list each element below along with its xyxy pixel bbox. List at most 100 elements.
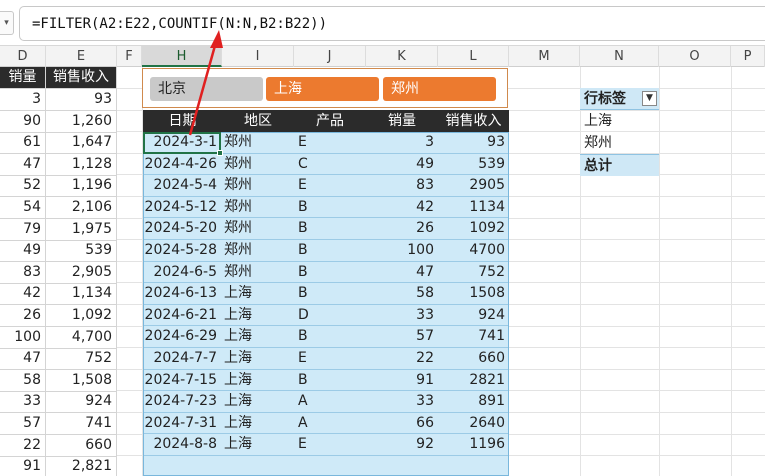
cell[interactable]: 2024-5-12 [143, 197, 221, 218]
cell[interactable]: 郑州 [222, 240, 294, 261]
cell[interactable]: 2024-7-7 [143, 348, 221, 369]
cell[interactable]: B [294, 283, 366, 304]
cell[interactable]: 2024-4-26 [143, 154, 221, 175]
cell[interactable]: 26 [366, 218, 438, 239]
cell[interactable]: 22 [0, 434, 46, 456]
pivot-grand-total[interactable]: 总计 [580, 154, 659, 176]
column-header-n[interactable]: N [580, 46, 659, 67]
cell[interactable]: 1,260 [46, 110, 117, 132]
cell[interactable]: 2024-6-21 [143, 305, 221, 326]
cell[interactable]: 61 [0, 132, 46, 154]
cell[interactable]: 上海 [222, 413, 294, 434]
cell[interactable]: 2024-6-5 [143, 262, 221, 283]
cell[interactable]: 660 [438, 348, 509, 369]
cell[interactable]: 33 [0, 391, 46, 413]
column-header-j[interactable]: J [294, 46, 366, 67]
cell[interactable]: 1,128 [46, 153, 117, 175]
cell[interactable]: 1508 [438, 283, 509, 304]
cell[interactable]: 1,134 [46, 283, 117, 305]
cell[interactable]: 91 [366, 370, 438, 391]
cell[interactable]: 2,821 [46, 456, 117, 476]
header-cell[interactable]: 销量 [0, 67, 46, 88]
cell[interactable]: 924 [46, 391, 117, 413]
cell[interactable]: 3 [366, 132, 438, 153]
result-header-cell[interactable]: 日期 [143, 110, 222, 132]
cell[interactable]: 54 [0, 197, 46, 218]
pivot-row-labels-header[interactable]: 行标签 ▼ [580, 88, 659, 110]
column-header-e[interactable]: E [46, 46, 117, 67]
result-header-cell[interactable]: 销售收入 [438, 110, 509, 132]
cell[interactable]: E [294, 132, 366, 153]
column-header-i[interactable]: I [222, 46, 294, 67]
cell[interactable]: B [294, 218, 366, 239]
cell[interactable]: 郑州 [222, 175, 294, 196]
cell[interactable]: 上海 [222, 391, 294, 412]
cell[interactable]: 42 [366, 197, 438, 218]
cell[interactable]: 2024-5-20 [143, 218, 221, 239]
cell[interactable]: 1134 [438, 197, 509, 218]
cell[interactable]: 1,508 [46, 369, 117, 391]
column-header-o[interactable]: O [659, 46, 731, 67]
cell[interactable]: 752 [438, 262, 509, 283]
column-header-l[interactable]: L [438, 46, 509, 67]
cell[interactable]: 83 [0, 261, 46, 283]
cell[interactable]: 741 [46, 413, 117, 434]
cell[interactable]: 郑州 [222, 197, 294, 218]
cell[interactable]: 49 [366, 154, 438, 175]
cell[interactable]: 1,647 [46, 132, 117, 154]
cell[interactable]: B [294, 370, 366, 391]
cell[interactable]: 上海 [222, 434, 294, 455]
cell[interactable]: 539 [46, 240, 117, 262]
pivot-item[interactable]: 郑州 [580, 132, 659, 154]
name-box-dropdown[interactable]: ▾ [0, 11, 14, 35]
slicer-item-1[interactable]: 上海 [266, 77, 379, 101]
column-header-m[interactable]: M [509, 46, 580, 67]
cell[interactable]: 741 [438, 326, 509, 347]
header-cell[interactable]: 销售收入 [46, 67, 117, 88]
result-header-cell[interactable]: 产品 [294, 110, 366, 132]
filter-dropdown-icon[interactable]: ▼ [642, 91, 657, 106]
cell[interactable]: E [294, 348, 366, 369]
cell[interactable]: 2024-5-4 [143, 175, 221, 196]
cell[interactable]: 22 [366, 348, 438, 369]
cell[interactable]: 58 [366, 283, 438, 304]
cell[interactable]: 91 [0, 456, 46, 476]
cell[interactable]: 2905 [438, 175, 509, 196]
cell[interactable]: 1,196 [46, 175, 117, 197]
column-header-f[interactable]: F [117, 46, 142, 67]
column-header-h[interactable]: H [142, 46, 222, 67]
cell[interactable]: 752 [46, 348, 117, 370]
cell[interactable]: 4700 [438, 240, 509, 261]
cell[interactable]: 1092 [438, 218, 509, 239]
cell[interactable]: B [294, 326, 366, 347]
result-header-cell[interactable]: 销量 [366, 110, 438, 132]
result-header-cell[interactable]: 地区 [222, 110, 294, 132]
cell[interactable]: E [294, 434, 366, 455]
cell[interactable]: 郑州 [222, 262, 294, 283]
cell[interactable]: 58 [0, 369, 46, 391]
cell[interactable]: 57 [0, 413, 46, 434]
cell[interactable]: 2024-7-23 [143, 391, 221, 412]
cell[interactable]: 93 [438, 132, 509, 153]
cell[interactable]: 3 [0, 89, 46, 110]
cell[interactable]: 1196 [438, 434, 509, 455]
cell[interactable]: 33 [366, 305, 438, 326]
cell[interactable]: A [294, 391, 366, 412]
cell[interactable]: B [294, 197, 366, 218]
cell[interactable]: 2024-8-8 [143, 434, 221, 455]
cell[interactable]: 79 [0, 218, 46, 240]
cell[interactable]: 57 [366, 326, 438, 347]
cell[interactable]: 42 [0, 283, 46, 305]
cell[interactable]: 2024-6-29 [143, 326, 221, 347]
cell[interactable]: 2024-7-15 [143, 370, 221, 391]
cell[interactable]: 47 [0, 348, 46, 370]
slicer-item-0[interactable]: 北京 [150, 77, 263, 101]
cell[interactable]: A [294, 413, 366, 434]
cell[interactable]: 上海 [222, 348, 294, 369]
cell[interactable]: 100 [366, 240, 438, 261]
cell[interactable]: E [294, 175, 366, 196]
cell[interactable]: 100 [0, 326, 46, 348]
active-cell-h2[interactable] [143, 132, 223, 156]
cell[interactable]: 2640 [438, 413, 509, 434]
cell[interactable]: 2024-6-13 [143, 283, 221, 304]
